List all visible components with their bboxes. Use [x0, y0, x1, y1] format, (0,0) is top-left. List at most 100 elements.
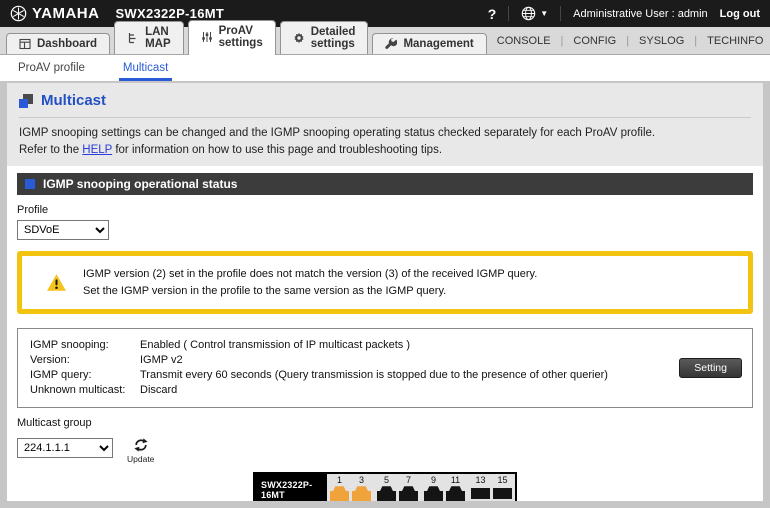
port-column: 34: [352, 475, 371, 501]
status-value: Transmit every 60 seconds (Query transmi…: [140, 368, 698, 383]
tab-management[interactable]: Management: [372, 33, 486, 54]
status-row: Version:IGMP v2: [30, 353, 740, 368]
wrench-icon: [385, 38, 397, 50]
port-number: 1: [337, 475, 342, 485]
subtab-proav-profile[interactable]: ProAV profile: [14, 55, 89, 81]
port-number: 13: [475, 475, 485, 485]
separator: [560, 6, 561, 21]
warning-text: IGMP version (2) set in the profile does…: [83, 266, 537, 299]
warning-line1: IGMP version (2) set in the profile does…: [83, 268, 537, 280]
port-15: [493, 488, 512, 499]
tab-proav-settings[interactable]: ProAV settings: [188, 20, 276, 55]
chevron-down-icon: ▼: [540, 9, 548, 18]
page-frame: Multicast IGMP snooping settings can be …: [0, 81, 770, 508]
port-number: 7: [406, 475, 411, 485]
port-1: [330, 486, 349, 501]
page-content: Multicast IGMP snooping settings can be …: [7, 83, 763, 501]
logged-in-user: Administrative User : admin: [573, 8, 708, 20]
tab-label: Detailed settings: [311, 26, 356, 50]
port-panel: 123456789101112131415Q16: [327, 474, 515, 501]
status-row: IGMP query:Transmit every 60 seconds (Qu…: [30, 368, 740, 383]
tab-detailed-settings[interactable]: Detailed settings: [280, 21, 369, 54]
port-column: 910: [424, 475, 443, 501]
tab-lan-map[interactable]: LAN MAP: [114, 21, 184, 54]
utility-link-syslog[interactable]: SYSLOG: [629, 35, 694, 47]
section-marker-icon: [25, 179, 35, 189]
globe-icon: [521, 6, 536, 21]
port-column: 15Q16: [493, 475, 512, 501]
update-label: Update: [127, 454, 154, 464]
sub-nav-bar: ProAV profile Multicast: [0, 55, 770, 81]
port-11: [446, 486, 465, 501]
status-value: Discard: [140, 383, 267, 398]
status-label: IGMP snooping:: [30, 338, 140, 353]
device-model: SWX2322P-16MT: [115, 6, 224, 21]
status-row: IGMP snooping:Enabled ( Control transmis…: [30, 338, 740, 353]
status-value: IGMP v2: [140, 353, 273, 368]
gear-icon: [293, 32, 305, 44]
profile-label: Profile: [17, 204, 753, 216]
main-nav-bar: Dashboard LAN MAP ProAV settings Detailed s…: [0, 27, 770, 55]
status-row: Unknown multicast:Discard: [30, 383, 740, 398]
description-line2-suffix: for information on how to use this page …: [112, 144, 442, 156]
port-3: [352, 486, 371, 501]
tab-label: LAN MAP: [145, 26, 171, 50]
utility-links: CONSOLE|CONFIG|SYSLOG|TECHINFO: [487, 35, 770, 54]
status-label: Unknown multicast:: [30, 383, 140, 398]
utility-link-config[interactable]: CONFIG: [563, 35, 626, 47]
port-number: 5: [384, 475, 389, 485]
tab-label: Management: [403, 38, 473, 50]
igmp-status-box: IGMP snooping:Enabled ( Control transmis…: [17, 328, 753, 407]
help-link[interactable]: HELP: [82, 144, 112, 156]
dashboard-icon: [19, 38, 31, 50]
port-column: 56: [377, 475, 396, 501]
port-column: 1112: [446, 475, 465, 501]
tab-dashboard[interactable]: Dashboard: [6, 33, 110, 54]
port-9: [424, 486, 443, 501]
separator: [508, 6, 509, 21]
update-button[interactable]: Update: [127, 437, 154, 464]
subtab-multicast[interactable]: Multicast: [119, 55, 172, 81]
port-number: 11: [451, 475, 460, 485]
profile-select[interactable]: SDVoE: [17, 220, 109, 240]
lan-map-icon: [127, 32, 139, 44]
utility-link-techinfo[interactable]: TECHINFO: [697, 35, 770, 47]
logout-button[interactable]: Log out: [720, 8, 760, 20]
language-selector[interactable]: ▼: [521, 6, 548, 21]
port-number: 9: [431, 475, 436, 485]
description-line2-prefix: Refer to the: [19, 144, 82, 156]
port-column: 12: [330, 475, 349, 501]
tab-label: ProAV settings: [219, 25, 263, 49]
warning-box: IGMP version (2) set in the profile does…: [17, 251, 753, 314]
port-number: 3: [359, 475, 364, 485]
tab-label: Dashboard: [37, 38, 97, 50]
page-title: Multicast: [41, 92, 106, 109]
warning-line2: Set the IGMP version in the profile to t…: [83, 285, 446, 297]
page-title-icon: [19, 94, 33, 108]
setting-button[interactable]: Setting: [679, 358, 742, 378]
section-header: IGMP snooping operational status: [17, 173, 753, 195]
section-title: IGMP snooping operational status: [43, 177, 237, 191]
main-tabs: Dashboard LAN MAP ProAV settings Detailed s…: [6, 20, 487, 54]
multicast-group-label: Multicast group: [17, 417, 753, 429]
help-icon[interactable]: ?: [488, 6, 497, 22]
title-band: Multicast IGMP snooping settings can be …: [7, 83, 763, 166]
chassis-model-label: SWX2322P-16MT: [255, 474, 327, 501]
status-rows: IGMP snooping:Enabled ( Control transmis…: [30, 338, 740, 397]
status-value: Enabled ( Control transmission of IP mul…: [140, 338, 500, 353]
port-number: 15: [497, 475, 507, 485]
refresh-icon: [133, 437, 149, 453]
description-line1: IGMP snooping settings can be changed an…: [19, 127, 655, 139]
port-5: [377, 486, 396, 501]
status-label: IGMP query:: [30, 368, 140, 383]
switch-chassis-graphic: SWX2322P-16MT 123456789101112131415Q16: [253, 472, 517, 501]
port-column: 78: [399, 475, 418, 501]
proav-sliders-icon: [201, 31, 213, 43]
port-13: [471, 488, 490, 499]
multicast-group-select[interactable]: 224.1.1.1: [17, 438, 113, 458]
port-7: [399, 486, 418, 501]
utility-link-console[interactable]: CONSOLE: [487, 35, 561, 47]
page-description: IGMP snooping settings can be changed an…: [19, 125, 751, 158]
status-label: Version:: [30, 353, 140, 368]
warning-triangle-icon: [46, 273, 67, 292]
